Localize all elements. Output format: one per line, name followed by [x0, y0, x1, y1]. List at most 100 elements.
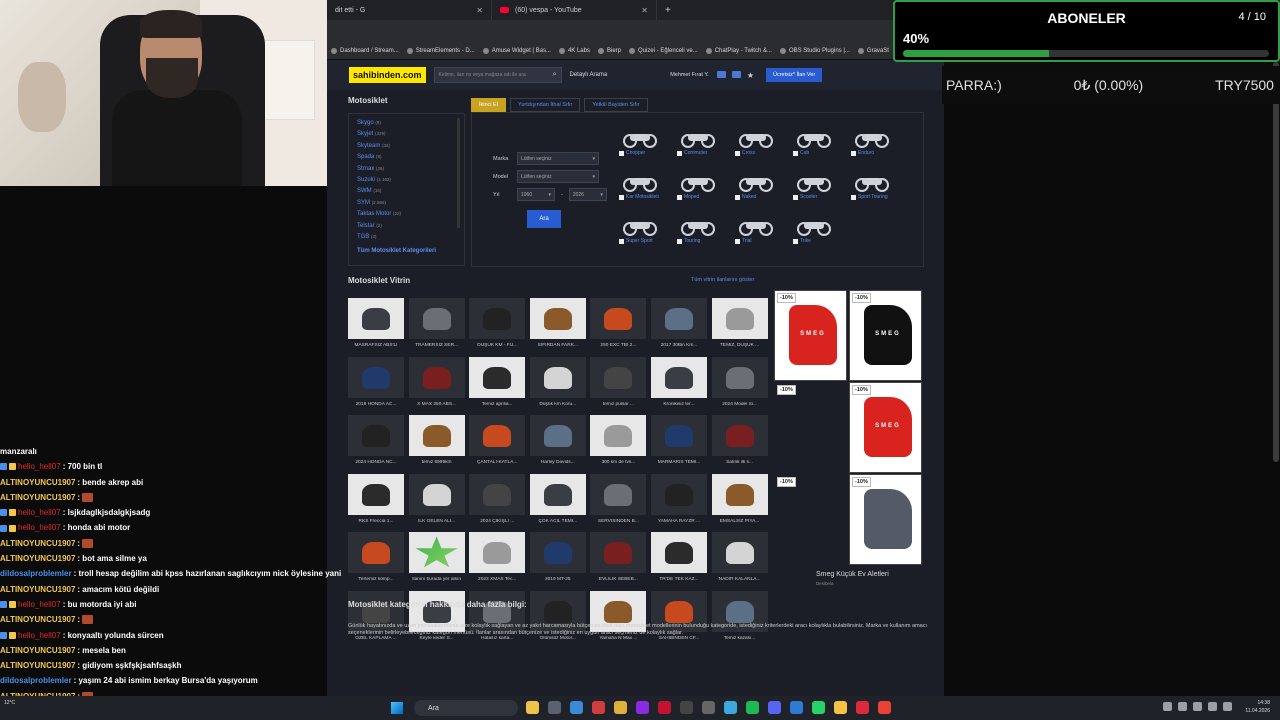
search-button[interactable]: Ara [527, 210, 561, 228]
mail-app-icon[interactable] [790, 701, 803, 714]
listing-card[interactable]: EVLİLİK SEBEB... [590, 532, 647, 591]
filter-tab[interactable]: Yetkili Bayiden Sıfır [584, 98, 648, 112]
chat-username[interactable]: dildosalproblemler [0, 673, 72, 688]
site-logo[interactable]: sahibinden.com [349, 67, 426, 83]
bookmark-item[interactable]: Dashboard / Stream... [331, 47, 399, 54]
filter-tab[interactable]: İkinci El [471, 98, 506, 112]
product-ad[interactable]: -10% [774, 382, 847, 473]
listing-thumbnail[interactable] [590, 532, 647, 574]
moto-type-option[interactable]: Super Sport [619, 220, 677, 256]
clock[interactable]: 14:38 11.04.2026 [1245, 699, 1270, 715]
moto-type-option[interactable]: Kar Motosikleti [619, 176, 677, 212]
listing-card[interactable]: Kronikisiz ter... [650, 356, 707, 416]
checkbox[interactable] [735, 195, 740, 200]
listing-title[interactable]: EVLİLİK SEBEB... [590, 577, 646, 582]
listing-title[interactable]: NADİR KALANLA... [712, 577, 768, 582]
listing-card[interactable]: 2017 30Bin Km... [650, 298, 707, 357]
listing-title[interactable]: ÇOK ACİL TEMİ... [530, 519, 586, 524]
listing-card[interactable]: 2023 XMAX Tec... [469, 532, 526, 591]
address-bar[interactable] [327, 20, 944, 42]
listing-thumbnail[interactable] [590, 356, 647, 398]
listing-thumbnail[interactable] [650, 356, 707, 398]
listing-card[interactable]: SAHIBINDEN CF... [650, 590, 707, 650]
star-icon[interactable]: ★ [747, 71, 754, 80]
listing-card[interactable]: Ölümsüz Motor... [529, 590, 586, 650]
detailed-search-link[interactable]: Detaylı Arama [570, 72, 608, 78]
checkbox[interactable] [677, 195, 682, 200]
bookmark-item[interactable]: GravaSt [857, 47, 889, 54]
listing-thumbnail[interactable] [590, 298, 647, 339]
listing-title[interactable]: TR'DE TEK KAZ... [651, 577, 707, 582]
chat-username[interactable]: hello_hell07 [18, 505, 61, 520]
file-explorer-icon[interactable] [526, 701, 539, 714]
listing-thumbnail[interactable] [348, 356, 404, 398]
listing-card[interactable]: Satılık ilk s... [711, 415, 768, 474]
moto-type-option[interactable]: Trial [735, 220, 793, 256]
listing-title[interactable]: YAMAHA RAYZR ... [651, 519, 707, 524]
listing-thumbnail[interactable] [650, 473, 707, 515]
moto-type-option[interactable]: Cub [793, 132, 851, 168]
listing-card[interactable]: Harley Davids... [529, 415, 586, 474]
moto-type-option[interactable]: Moped [677, 176, 735, 212]
all-categories-link[interactable]: Tüm Motosiklet Kategorileri [357, 248, 456, 254]
listing-card[interactable]: 250 EXC TBI 2... [590, 298, 647, 357]
listing-thumbnail[interactable] [469, 415, 526, 457]
opera-icon[interactable] [856, 701, 869, 714]
listing-thumbnail[interactable] [408, 415, 465, 457]
bookmark-item[interactable]: 4K Labs [558, 47, 590, 54]
media-icon[interactable] [636, 701, 649, 714]
brand-select[interactable]: Lütfen seçiniz ▾ [517, 152, 599, 165]
chat-username[interactable]: ALTINOYUNCU1907 [0, 536, 75, 551]
checkbox[interactable] [619, 195, 624, 200]
taskbar-search[interactable]: Ara [414, 700, 518, 716]
listing-card[interactable]: TRAMERSİZ SER... [408, 298, 465, 357]
browser-icon[interactable] [878, 701, 891, 714]
listing-card[interactable]: Düşük km Koru... [529, 356, 586, 416]
wifi-icon[interactable] [1208, 702, 1217, 711]
listing-title[interactable]: 250 EXC TBI 2... [590, 343, 646, 348]
listing-title[interactable]: 2018 HONDA AC... [348, 402, 404, 407]
checkbox[interactable] [735, 151, 740, 156]
listing-thumbnail[interactable] [711, 532, 768, 574]
listing-title[interactable]: Kronikisiz ter... [651, 402, 707, 407]
listing-thumbnail[interactable] [650, 298, 707, 339]
listing-card[interactable]: İLK GELEN ALI... [408, 473, 465, 533]
moto-type-option[interactable]: Commuter [677, 132, 735, 168]
listing-title[interactable]: SIFIRDAN FARK... [530, 343, 586, 348]
listing-thumbnail[interactable] [711, 473, 768, 515]
bookmark-item[interactable]: StreamElements - D... [406, 47, 475, 54]
listing-card[interactable]: NADİR KALANLA... [711, 532, 768, 591]
checkbox[interactable] [793, 239, 798, 244]
listing-title[interactable]: SERVİSİNDEN B... [590, 519, 646, 524]
category-item[interactable]: Telstar (2) [357, 223, 456, 234]
category-item[interactable]: Suzuki (1.162) [357, 177, 456, 188]
listing-title[interactable]: temiz 6999km [409, 460, 465, 465]
listing-title[interactable]: Temiz aprilia... [469, 402, 525, 407]
listing-thumbnail[interactable] [529, 473, 586, 515]
ad-title[interactable]: Smeg Küçük Ev Aletleri [816, 571, 889, 578]
listing-thumbnail[interactable] [408, 356, 465, 398]
checkbox[interactable] [851, 195, 856, 200]
chat-username[interactable]: ALTINOYUNCU1907 [0, 475, 75, 490]
chat-username[interactable]: ALTINOYUNCU1907 [0, 490, 75, 505]
listing-card[interactable]: DÜŞÜK KM - FU... [469, 298, 526, 357]
listing-title[interactable]: İlanını burada yer alsın [409, 577, 465, 582]
listing-title[interactable]: TRAMERSİZ SER... [409, 343, 465, 348]
listing-card[interactable]: TEMİZ, DÜŞÜK ... [711, 298, 768, 357]
listing-card[interactable]: Temiz kazası... [711, 590, 768, 650]
checkbox[interactable] [851, 151, 856, 156]
moto-type-option[interactable]: Scooter [793, 176, 851, 212]
bookmark-item[interactable]: Bierp [598, 47, 621, 54]
discord-icon[interactable] [768, 701, 781, 714]
listing-thumbnail[interactable] [529, 415, 586, 457]
listing-thumbnail[interactable] [469, 356, 526, 398]
category-item[interactable]: SYM (2.566) [357, 200, 456, 211]
listing-title[interactable]: Düşük km Koru... [530, 402, 586, 407]
chevron-up-icon[interactable] [1163, 702, 1172, 711]
checkbox[interactable] [619, 151, 624, 156]
listing-title[interactable]: MARMARİS TEMİ... [651, 460, 707, 465]
listing-card[interactable]: YAMAHA RAYZR ... [650, 473, 707, 533]
moto-type-option[interactable]: Enduro [851, 132, 909, 168]
listing-card[interactable]: Yamaha N Max ... [590, 590, 647, 650]
year-to-select[interactable]: 2026 ▾ [568, 188, 607, 201]
